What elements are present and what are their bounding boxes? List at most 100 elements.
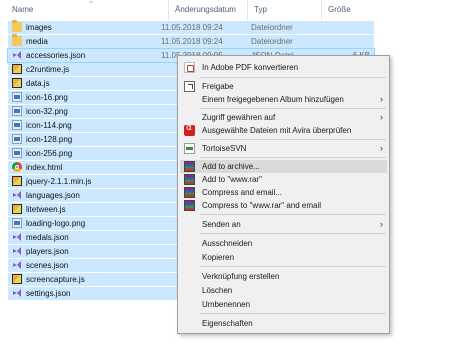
tortoisesvn-icon — [184, 143, 195, 154]
menu-separator — [200, 266, 386, 267]
png-file-icon — [12, 92, 22, 102]
file-name: data.js — [26, 79, 50, 88]
visual-studio-icon — [13, 233, 21, 241]
file-name: screencapture.js — [26, 275, 85, 284]
file-row-images[interactable]: images 11.05.2018 09:24 Dateiordner — [8, 20, 374, 34]
column-header: ⌃ Name Änderungsdatum Typ Größe — [0, 0, 474, 20]
visual-studio-icon — [13, 191, 21, 199]
menu-separator — [200, 139, 386, 140]
chrome-icon — [12, 162, 22, 172]
file-name: medals.json — [26, 233, 69, 242]
column-name-header[interactable]: Name — [6, 0, 166, 20]
file-name: icon-256.png — [26, 149, 73, 158]
menu-item-properties[interactable]: Eigenschaften — [180, 317, 387, 330]
menu-label: Compress to "www.rar" and email — [202, 201, 322, 210]
share-icon — [184, 81, 195, 92]
file-name: c2runtime.js — [26, 65, 70, 74]
png-file-icon — [12, 218, 22, 228]
menu-item-add-to-rar[interactable]: Add to "www.rar" — [180, 173, 387, 186]
file-name: players.json — [26, 247, 69, 256]
file-name: images — [26, 23, 52, 32]
file-name: jquery-2.1.1.min.js — [26, 177, 92, 186]
submenu-arrow-icon: › — [380, 94, 383, 104]
menu-separator — [200, 108, 386, 109]
menu-label: Compress and email... — [202, 188, 283, 197]
menu-item-add-to-archive[interactable]: Add to archive... — [180, 160, 387, 173]
file-name: index.html — [26, 163, 63, 172]
png-file-icon — [12, 134, 22, 144]
js-file-icon — [12, 64, 22, 74]
file-name: icon-128.png — [26, 135, 73, 144]
visual-studio-icon — [13, 247, 21, 255]
menu-label: Add to archive... — [202, 162, 260, 171]
winrar-icon — [184, 200, 195, 211]
menu-label: Eigenschaften — [202, 319, 253, 328]
menu-item-copy[interactable]: Kopieren — [180, 251, 387, 264]
menu-item-add-album[interactable]: Einem freigegebenen Album hinzufügen › — [180, 93, 387, 106]
menu-separator — [200, 233, 386, 234]
menu-item-create-shortcut[interactable]: Verknüpfung erstellen — [180, 270, 387, 283]
submenu-arrow-icon: › — [380, 219, 383, 229]
file-type: Dateiordner — [251, 37, 293, 46]
menu-label: Add to "www.rar" — [202, 175, 262, 184]
file-name: languages.json — [26, 191, 80, 200]
file-name: icon-114.png — [26, 121, 72, 130]
menu-item-avira-scan[interactable]: Ausgewählte Dateien mit Avira überprüfen — [180, 123, 387, 137]
file-row-media[interactable]: media 11.05.2018 09:24 Dateiordner — [8, 34, 374, 48]
menu-item-compress-rar-email[interactable]: Compress to "www.rar" and email — [180, 199, 387, 212]
visual-studio-icon — [13, 51, 21, 59]
menu-label: TortoiseSVN — [202, 144, 247, 153]
file-date: 11.05.2018 09:24 — [161, 37, 223, 46]
submenu-arrow-icon: › — [380, 112, 383, 122]
js-file-icon — [12, 78, 22, 88]
file-name: media — [26, 37, 48, 46]
js-file-icon — [12, 176, 22, 186]
folder-icon — [12, 20, 22, 32]
menu-separator — [200, 157, 386, 158]
context-menu: In Adobe PDF konvertieren Freigabe Einem… — [177, 55, 390, 334]
menu-item-tortoisesvn[interactable]: TortoiseSVN › — [180, 142, 387, 155]
menu-label: Senden an — [202, 220, 241, 229]
menu-label: In Adobe PDF konvertieren — [202, 63, 299, 72]
menu-item-share[interactable]: Freigabe — [180, 80, 387, 93]
column-date-header[interactable]: Änderungsdatum — [168, 0, 248, 20]
menu-item-grant-access[interactable]: Zugriff gewähren auf › — [180, 111, 387, 124]
file-name: scenes.json — [26, 261, 69, 270]
submenu-arrow-icon: › — [380, 143, 383, 153]
menu-label: Freigabe — [202, 82, 234, 91]
menu-item-send-to[interactable]: Senden an › — [180, 218, 387, 231]
menu-label: Löschen — [202, 286, 233, 295]
pdf-icon — [184, 62, 195, 73]
winrar-icon — [184, 161, 195, 172]
png-file-icon — [12, 120, 22, 130]
folder-icon — [12, 34, 22, 46]
file-name: icon-16.png — [26, 93, 68, 102]
column-size-header[interactable]: Größe — [321, 0, 376, 20]
menu-item-rename[interactable]: Umbenennen — [180, 298, 387, 311]
winrar-icon — [184, 174, 195, 185]
file-name: accessories.json — [26, 51, 86, 60]
menu-item-convert-pdf[interactable]: In Adobe PDF konvertieren — [180, 61, 387, 74]
menu-label: Kopieren — [202, 253, 235, 262]
avira-icon — [184, 123, 195, 136]
menu-item-cut[interactable]: Ausschneiden — [180, 237, 387, 250]
visual-studio-icon — [13, 289, 21, 297]
file-name: loading-logo.png — [26, 219, 86, 228]
file-type: Dateiordner — [251, 23, 293, 32]
png-file-icon — [12, 106, 22, 116]
js-file-icon — [12, 274, 22, 284]
menu-item-compress-email[interactable]: Compress and email... — [180, 186, 387, 199]
file-name: settings.json — [26, 289, 71, 298]
menu-separator — [200, 214, 386, 215]
menu-separator — [200, 313, 386, 314]
menu-label: Verknüpfung erstellen — [202, 272, 280, 281]
menu-separator — [200, 77, 386, 78]
png-file-icon — [12, 148, 22, 158]
menu-label: Ausgewählte Dateien mit Avira überprüfen — [202, 126, 352, 135]
menu-item-delete[interactable]: Löschen — [180, 284, 387, 297]
menu-label: Ausschneiden — [202, 239, 253, 248]
file-date: 11.05.2018 09:24 — [161, 23, 223, 32]
column-type-header[interactable]: Typ — [247, 0, 322, 20]
winrar-icon — [184, 187, 195, 198]
menu-label: Umbenennen — [202, 300, 251, 309]
